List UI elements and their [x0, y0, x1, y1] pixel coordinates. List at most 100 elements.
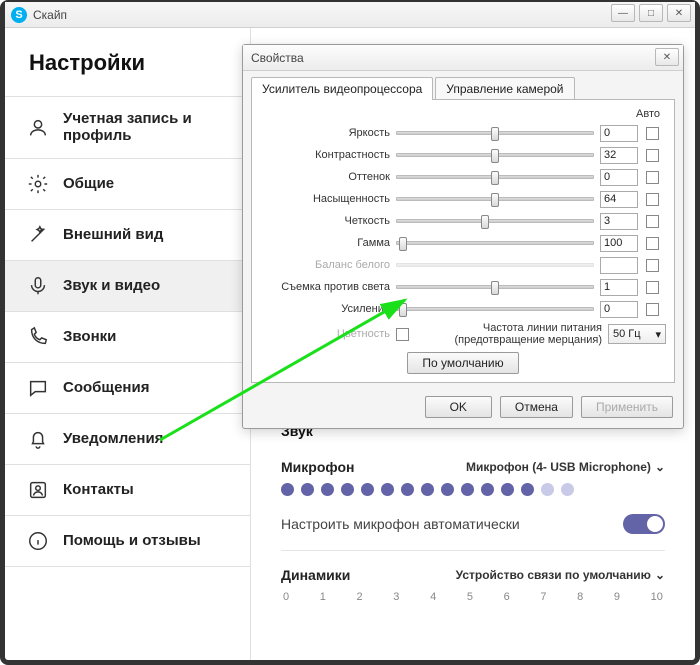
slider-value[interactable]: 0: [600, 169, 638, 186]
slider-track[interactable]: [396, 285, 594, 289]
slider-row: Съемка против света 1: [260, 276, 666, 298]
powerline-freq-select[interactable]: 50 Гц ▾: [608, 324, 666, 344]
ok-button[interactable]: OK: [425, 396, 492, 418]
slider-thumb[interactable]: [481, 215, 489, 229]
slider-value[interactable]: 100: [600, 235, 638, 252]
slider-auto-checkbox[interactable]: [646, 215, 659, 228]
slider-label: Насыщенность: [260, 193, 390, 205]
contacts-icon: [27, 479, 49, 501]
slider-auto-checkbox[interactable]: [646, 127, 659, 140]
skype-logo-icon: S: [11, 7, 27, 23]
slider-auto-checkbox[interactable]: [646, 149, 659, 162]
slider-thumb[interactable]: [491, 193, 499, 207]
sidebar-item-label: Контакты: [63, 482, 134, 499]
slider-track[interactable]: [396, 175, 594, 179]
slider-thumb[interactable]: [491, 127, 499, 141]
sidebar-item-messaging[interactable]: Сообщения: [5, 362, 250, 413]
settings-sidebar: Настройки Учетная запись и профиль Общие…: [5, 28, 250, 660]
defaults-button[interactable]: По умолчанию: [407, 352, 518, 374]
sidebar-item-audio-video[interactable]: Звук и видео: [5, 260, 250, 311]
slider-value[interactable]: 0: [600, 301, 638, 318]
slider-thumb[interactable]: [491, 281, 499, 295]
sidebar-item-calling[interactable]: Звонки: [5, 311, 250, 362]
slider-track[interactable]: [396, 307, 594, 311]
slider-track[interactable]: [396, 153, 594, 157]
sidebar-item-notifications[interactable]: Уведомления: [5, 413, 250, 464]
tab-video-proc-amp[interactable]: Усилитель видеопроцессора: [251, 77, 433, 100]
slider-auto-checkbox[interactable]: [646, 193, 659, 206]
slider-thumb[interactable]: [399, 237, 407, 251]
slider-label: Съемка против света: [260, 281, 390, 293]
auto-adjust-mic-toggle[interactable]: [623, 514, 665, 534]
bell-icon: [27, 428, 49, 450]
slider-track[interactable]: [396, 197, 594, 201]
info-icon: [27, 530, 49, 552]
slider-value[interactable]: 0: [600, 125, 638, 142]
slider-auto-checkbox[interactable]: [646, 259, 659, 272]
tab-camera-control[interactable]: Управление камерой: [435, 77, 574, 100]
sidebar-item-label: Внешний вид: [63, 227, 163, 244]
slider-label: Баланс белого: [260, 259, 390, 271]
sidebar-item-appearance[interactable]: Внешний вид: [5, 209, 250, 260]
slider-value[interactable]: 3: [600, 213, 638, 230]
sidebar-item-general[interactable]: Общие: [5, 158, 250, 209]
microphone-level-meter: [281, 483, 665, 496]
slider-value[interactable]: 64: [600, 191, 638, 208]
slider-row: Контрастность32: [260, 144, 666, 166]
scale-tick: 10: [651, 591, 663, 603]
dialog-close-button[interactable]: ✕: [655, 48, 679, 66]
window-title: Скайп: [33, 8, 67, 22]
slider-track[interactable]: [396, 131, 594, 135]
sidebar-item-account[interactable]: Учетная запись и профиль: [5, 96, 250, 158]
color-enable-row: Цветность Частота линии питания (предотв…: [260, 322, 666, 346]
minimize-button[interactable]: —: [611, 4, 635, 22]
close-button[interactable]: ✕: [667, 4, 691, 22]
magic-wand-icon: [27, 224, 49, 246]
slider-value: [600, 257, 638, 274]
phone-icon: [27, 326, 49, 348]
sidebar-item-label: Помощь и отзывы: [63, 533, 201, 550]
powerline-freq-value: 50 Гц: [613, 328, 641, 340]
dialog-button-row: OK Отмена Применить: [243, 392, 683, 428]
slider-value[interactable]: 1: [600, 279, 638, 296]
scale-tick: 4: [430, 591, 436, 603]
slider-auto-checkbox[interactable]: [646, 237, 659, 250]
volume-scale: 012345678910: [281, 589, 665, 605]
sidebar-item-help[interactable]: Помощь и отзывы: [5, 515, 250, 567]
slider-track[interactable]: [396, 241, 594, 245]
scale-tick: 9: [614, 591, 620, 603]
speakers-device-select[interactable]: Устройство связи по умолчанию ⌄: [456, 568, 665, 582]
scale-tick: 5: [467, 591, 473, 603]
cancel-button[interactable]: Отмена: [500, 396, 573, 418]
slider-thumb[interactable]: [399, 303, 407, 317]
color-enable-checkbox[interactable]: [396, 328, 409, 341]
slider-auto-checkbox[interactable]: [646, 281, 659, 294]
scale-tick: 0: [283, 591, 289, 603]
slider-value[interactable]: 32: [600, 147, 638, 164]
auto-adjust-mic-label: Настроить микрофон автоматически: [281, 516, 520, 532]
color-enable-label: Цветность: [260, 328, 390, 340]
apply-button[interactable]: Применить: [581, 396, 673, 418]
sidebar-item-contacts[interactable]: Контакты: [5, 464, 250, 515]
chevron-down-icon: ⌄: [655, 460, 665, 474]
window-controls: — □ ✕: [611, 4, 691, 22]
slider-track[interactable]: [396, 219, 594, 223]
auto-adjust-mic-row: Настроить микрофон автоматически: [281, 510, 665, 551]
chevron-down-icon: ▾: [655, 328, 661, 341]
slider-row: Баланс белого: [260, 254, 666, 276]
auto-column-header: Авто: [260, 108, 666, 120]
scale-tick: 1: [320, 591, 326, 603]
scale-tick: 3: [393, 591, 399, 603]
chevron-down-icon: ⌄: [655, 568, 665, 582]
maximize-button[interactable]: □: [639, 4, 663, 22]
slider-auto-checkbox[interactable]: [646, 171, 659, 184]
scale-tick: 8: [577, 591, 583, 603]
slider-thumb[interactable]: [491, 149, 499, 163]
slider-row: Четкость3: [260, 210, 666, 232]
dialog-title: Свойства: [251, 51, 304, 65]
microphone-selected-label: Микрофон (4- USB Microphone): [466, 460, 651, 474]
slider-auto-checkbox[interactable]: [646, 303, 659, 316]
microphone-device-select[interactable]: Микрофон (4- USB Microphone) ⌄: [466, 460, 665, 474]
scale-tick: 2: [357, 591, 363, 603]
slider-thumb[interactable]: [491, 171, 499, 185]
